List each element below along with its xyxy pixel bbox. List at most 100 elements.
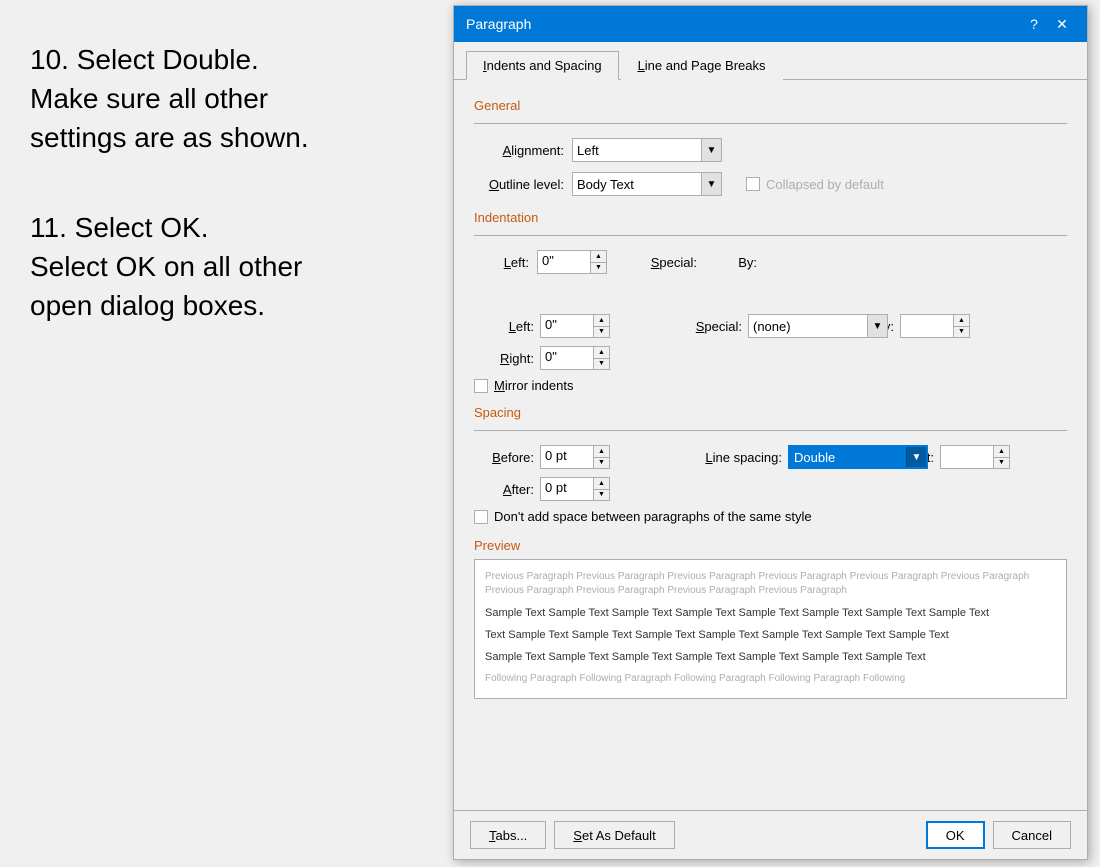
step11-number: 11.	[30, 212, 67, 243]
dialog-titlebar: Paragraph ? ✕	[454, 6, 1087, 42]
preview-sample3: Sample Text Sample Text Sample Text Samp…	[485, 646, 1056, 668]
line-spacing-label: Line spacing:	[672, 450, 782, 465]
tab-linebreaks-label: Line and Page Breaks	[638, 58, 766, 73]
before-input[interactable]: 0 pt ▲ ▼	[540, 445, 610, 469]
at-input[interactable]: ▲ ▼	[940, 445, 1010, 469]
left-indent-down[interactable]: ▼	[591, 262, 606, 274]
preview-box: Previous Paragraph Previous Paragraph Pr…	[474, 559, 1067, 699]
after-value: 0 pt	[541, 478, 593, 500]
mirror-checkbox[interactable]	[474, 379, 488, 393]
tabs-button[interactable]: Tabs...	[470, 821, 546, 849]
instruction-step10: 10. Select Double.Make sure all otherset…	[30, 40, 420, 158]
instruction-area: 10. Select Double.Make sure all otherset…	[0, 0, 450, 867]
at-value	[941, 446, 993, 468]
preview-following-text: Following Paragraph Following Paragraph …	[485, 672, 1056, 686]
before-down[interactable]: ▼	[594, 457, 609, 469]
outline-label: Outline level:	[474, 177, 564, 192]
titlebar-controls: ? ✕	[1021, 11, 1075, 37]
right-indent-input[interactable]: 0" ▲ ▼	[540, 346, 610, 370]
after-label: After:	[474, 482, 534, 497]
left-indent-label: Left:	[474, 255, 529, 270]
spacing-divider	[474, 430, 1067, 431]
alignment-dropdown[interactable]: Left ▼	[572, 138, 722, 162]
by-label: By:	[727, 255, 757, 270]
close-button[interactable]: ✕	[1049, 11, 1075, 37]
left-indent-input2[interactable]: 0" ▲ ▼	[540, 314, 610, 338]
left-value-2: 0"	[541, 315, 593, 337]
spacing-section-header: Spacing	[474, 405, 1067, 420]
left-down-2[interactable]: ▼	[594, 326, 609, 338]
left-indent-value: 0"	[538, 251, 590, 273]
tab-bar: Indents and Spacing Line and Page Breaks	[454, 42, 1087, 80]
dont-add-label: Don't add space between paragraphs of th…	[494, 509, 812, 524]
special-dropdown[interactable]: (none) ▼	[748, 314, 888, 338]
alignment-label: Alignment:	[474, 143, 564, 158]
outline-row: Outline level: Body Text ▼ Collapsed by …	[474, 172, 1067, 196]
after-input[interactable]: 0 pt ▲ ▼	[540, 477, 610, 501]
mirror-label: Mirror indents	[494, 378, 573, 393]
outline-value: Body Text	[577, 177, 701, 192]
alignment-arrow: ▼	[701, 139, 721, 161]
special-label-2: Special:	[662, 319, 742, 334]
before-value: 0 pt	[541, 446, 593, 468]
collapsed-row: Collapsed by default	[746, 177, 884, 192]
dialog-title: Paragraph	[466, 16, 531, 32]
preview-previous-text: Previous Paragraph Previous Paragraph Pr…	[485, 570, 1056, 598]
tab-indents-label: Indents and Spacing	[483, 58, 602, 73]
right-up[interactable]: ▲	[594, 347, 609, 358]
dialog-content: Indents and Spacing Line and Page Breaks…	[454, 42, 1087, 859]
cancel-button[interactable]: Cancel	[993, 821, 1071, 849]
special-label: Special:	[637, 255, 697, 270]
after-down[interactable]: ▼	[594, 489, 609, 501]
at-up[interactable]: ▲	[994, 446, 1009, 457]
collapsed-label: Collapsed by default	[766, 177, 884, 192]
collapsed-checkbox[interactable]	[746, 177, 760, 191]
mirror-row: Mirror indents	[474, 378, 1067, 393]
by-value	[901, 315, 953, 337]
by-input[interactable]: ▲ ▼	[900, 314, 970, 338]
special-arrow: ▼	[867, 315, 887, 337]
line-spacing-value: Double	[794, 450, 906, 465]
outline-dropdown[interactable]: Body Text ▼	[572, 172, 722, 196]
indentation-divider	[474, 235, 1067, 236]
line-spacing-dropdown[interactable]: Double ▼	[788, 445, 928, 469]
step10-number: 10.	[30, 44, 69, 75]
by-up[interactable]: ▲	[954, 315, 969, 326]
dialog-buttons: Tabs... Set As Default OK Cancel	[454, 810, 1087, 859]
left-indent-up[interactable]: ▲	[591, 251, 606, 262]
left-indent-input[interactable]: 0" ▲ ▼	[537, 250, 607, 274]
alignment-row: Alignment: Left ▼	[474, 138, 1067, 162]
indentation-section-header: Indentation	[474, 210, 1067, 225]
instruction-step11: 11. Select OK.Select OK on all otheropen…	[30, 208, 420, 326]
form-area: General Alignment: Left ▼ Outline level:…	[454, 80, 1087, 810]
tab-indents-spacing[interactable]: Indents and Spacing	[466, 51, 619, 80]
after-up[interactable]: ▲	[594, 478, 609, 489]
outline-arrow: ▼	[701, 173, 721, 195]
preview-sample1: Sample Text Sample Text Sample Text Samp…	[485, 602, 1056, 624]
line-spacing-arrow: ▼	[906, 447, 926, 467]
right-value: 0"	[541, 347, 593, 369]
right-down[interactable]: ▼	[594, 358, 609, 370]
left-up-2[interactable]: ▲	[594, 315, 609, 326]
dont-add-row: Don't add space between paragraphs of th…	[474, 509, 1067, 524]
general-section-header: General	[474, 98, 1067, 113]
at-down[interactable]: ▼	[994, 457, 1009, 469]
preview-section: Preview Previous Paragraph Previous Para…	[474, 538, 1067, 699]
preview-sample2: Text Sample Text Sample Text Sample Text…	[485, 624, 1056, 646]
before-label: Before:	[474, 450, 534, 465]
alignment-value: Left	[577, 143, 701, 158]
set-default-button[interactable]: Set As Default	[554, 821, 674, 849]
preview-label: Preview	[474, 538, 1067, 553]
paragraph-dialog: Paragraph ? ✕ Indents and Spacing Line a…	[453, 5, 1088, 860]
by-down[interactable]: ▼	[954, 326, 969, 338]
tab-line-page-breaks[interactable]: Line and Page Breaks	[621, 51, 783, 80]
left-label-2: Left:	[474, 319, 534, 334]
button-spacer	[683, 821, 918, 849]
special-value: (none)	[753, 319, 867, 334]
before-up[interactable]: ▲	[594, 446, 609, 457]
dont-add-checkbox[interactable]	[474, 510, 488, 524]
general-divider	[474, 123, 1067, 124]
help-button[interactable]: ?	[1021, 11, 1047, 37]
ok-button[interactable]: OK	[926, 821, 985, 849]
right-label: Right:	[474, 351, 534, 366]
